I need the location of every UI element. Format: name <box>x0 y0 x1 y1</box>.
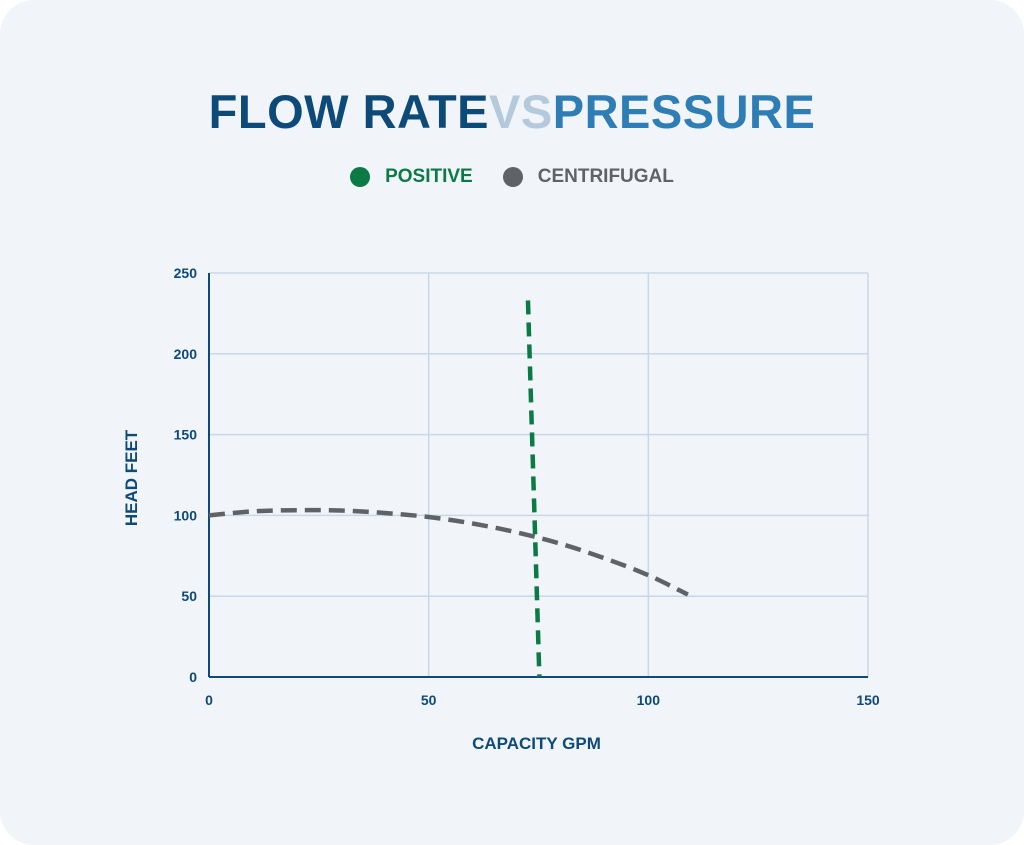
series <box>208 300 689 678</box>
y-axis-title: HEAD FEET <box>122 429 141 526</box>
chart-plot: 0 50 100 150 200 250 0 50 100 150 CAPACITY GPM HE… <box>122 265 880 753</box>
x-tick-label: 50 <box>421 692 437 708</box>
y-tick-label: 250 <box>174 265 198 281</box>
x-tick-label: 100 <box>637 692 661 708</box>
x-tick-label: 0 <box>205 692 213 708</box>
x-tick-label: 150 <box>856 692 880 708</box>
y-tick-label: 200 <box>174 346 198 362</box>
series-line-centrifugal <box>208 507 689 597</box>
series-line-positive <box>525 300 542 678</box>
y-tick-label: 150 <box>174 427 198 443</box>
y-tick-label: 50 <box>181 588 197 604</box>
y-tick-label: 0 <box>189 669 197 685</box>
y-tick-label: 100 <box>174 507 198 523</box>
x-axis-title: CAPACITY GPM <box>472 734 601 753</box>
